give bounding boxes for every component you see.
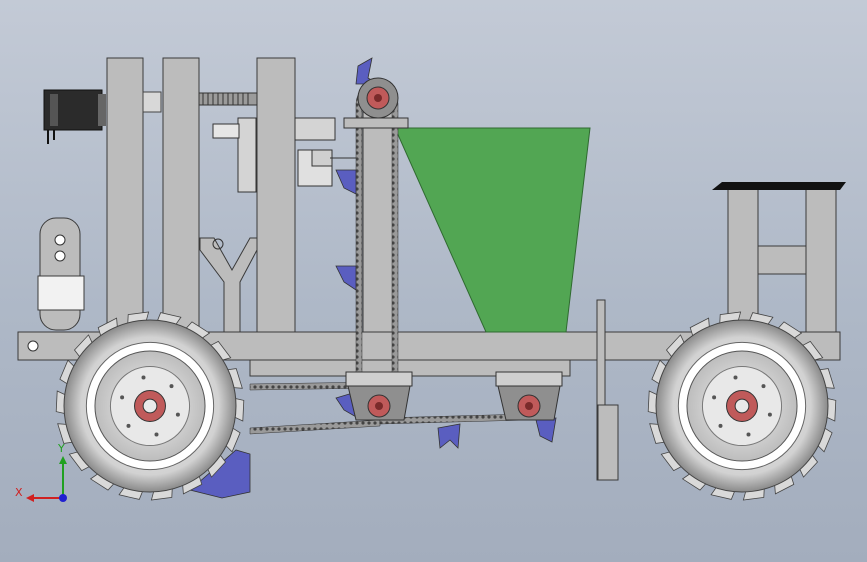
sprocket-lower-1 — [345, 371, 413, 421]
machine-drawing: X Y — [15, 57, 846, 502]
hub-bore — [142, 398, 158, 414]
hub-bore — [734, 398, 750, 414]
stepper-motor — [43, 89, 106, 144]
triad-z-axis — [59, 494, 67, 502]
sprocket-top — [343, 77, 409, 129]
rim-bolt — [175, 412, 180, 417]
hitch-hole-1 — [54, 234, 66, 246]
vertical-chain-right — [391, 103, 399, 405]
rim-bolt — [712, 395, 717, 400]
rear-stand-left — [727, 185, 759, 333]
lead-screw — [198, 92, 258, 106]
vertical-chain-left — [355, 103, 363, 405]
frame-upright-3 — [256, 57, 296, 335]
lower-chain-2 — [249, 419, 381, 435]
rim-bolt — [141, 375, 146, 380]
rim-bolt — [154, 432, 159, 437]
cad-viewport[interactable]: X Y — [0, 0, 867, 562]
hitch-hole-2 — [54, 250, 66, 262]
rear-stand-cross — [757, 245, 807, 275]
hitch-hole-3 — [27, 340, 39, 352]
opener-low-3 — [535, 417, 557, 443]
frame-y-brace — [199, 237, 258, 333]
opener-mid-1 — [335, 169, 357, 195]
rear-stand-right — [805, 185, 837, 333]
frame-upright-1 — [106, 57, 144, 335]
rim-bolt — [733, 375, 738, 380]
rim-bolt — [169, 384, 174, 389]
rim-bolt — [718, 423, 723, 428]
triad-x-label: X — [15, 486, 23, 499]
coordinate-triad: X Y — [15, 442, 67, 502]
hitch-plate — [37, 275, 85, 311]
rim-bolt — [746, 432, 751, 437]
frame-upright-2 — [162, 57, 200, 335]
rim-bolt — [767, 412, 772, 417]
triad-x-arrow — [26, 494, 34, 502]
opener-mid-2 — [335, 265, 357, 291]
seat — [712, 182, 846, 190]
opener-low-2 — [437, 423, 461, 449]
seed-hopper — [394, 127, 591, 333]
triad-y-label: Y — [57, 442, 65, 455]
rim-bolt — [120, 395, 125, 400]
marker-plate — [597, 404, 619, 481]
rim-bolt — [761, 384, 766, 389]
triad-y-arrow — [59, 456, 67, 464]
rim-bolt — [126, 423, 131, 428]
shaft-coupler — [142, 91, 162, 113]
sprocket-lower-2 — [495, 371, 563, 421]
